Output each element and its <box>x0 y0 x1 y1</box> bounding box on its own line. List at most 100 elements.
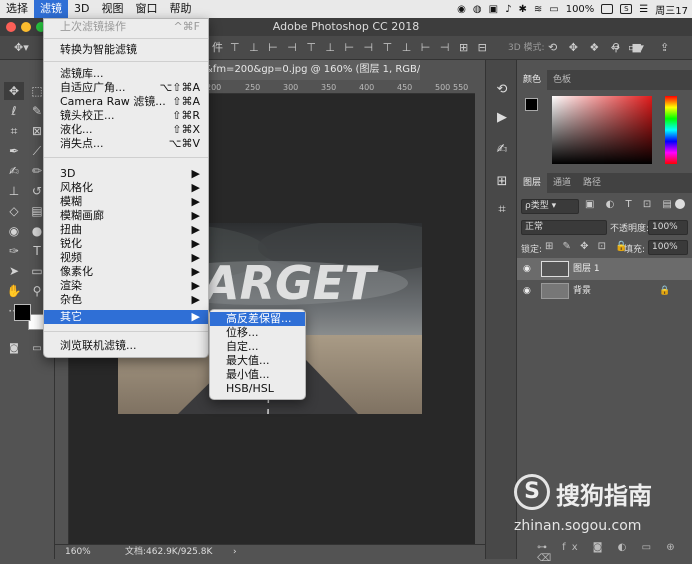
list-icon[interactable]: ☰ <box>639 4 648 15</box>
hand-tool-icon[interactable]: ✋ <box>4 282 24 300</box>
color-picker-field[interactable] <box>552 96 652 164</box>
submenu-item-offset[interactable]: 位移... <box>210 326 305 340</box>
submenu-item-hsb-hsl[interactable]: HSB/HSL <box>210 382 305 396</box>
panel-foreground-swatch[interactable] <box>525 98 538 111</box>
layer-filter-icons[interactable]: ▣ ◐ T ⊡ ▤ <box>585 199 676 210</box>
submenu-item-high-pass[interactable]: 高反差保留... <box>210 312 305 326</box>
close-window-button[interactable] <box>6 22 16 32</box>
menu-item-pixelate[interactable]: 像素化 ▶ <box>44 265 208 279</box>
layer-bottom-icons[interactable]: ⊶ fx ◙ ◐ ▭ ⊕ ⌫ <box>537 542 692 564</box>
lasso-tool-icon[interactable]: ℓ <box>4 102 24 120</box>
menu-window[interactable]: 窗口 <box>129 0 163 18</box>
submenu-item-maximum[interactable]: 最大值... <box>210 354 305 368</box>
eyedropper-tool-icon[interactable]: ✒ <box>4 142 24 160</box>
path-selection-tool-icon[interactable]: ➤ <box>4 262 24 280</box>
menu-item-lens-correction[interactable]: 镜头校正... ⇧⌘R <box>44 109 208 123</box>
qq-icon[interactable]: ◉ <box>457 4 466 15</box>
wifi-icon[interactable]: ≋ <box>534 4 542 15</box>
menu-item-video[interactable]: 视频 ▶ <box>44 251 208 265</box>
tab-layers[interactable]: 图层 <box>517 173 548 193</box>
layer-filter-select[interactable]: ρ类型 ▾ <box>521 199 579 214</box>
fill-input[interactable]: 100% <box>648 240 688 255</box>
battery-icon[interactable] <box>601 4 614 14</box>
ruler-tick-label: 550 <box>453 83 469 92</box>
menu-filter[interactable]: 滤镜 <box>34 0 68 18</box>
menu-item-last-filter[interactable]: 上次滤镜操作 ^⌘F <box>44 20 208 34</box>
filter-toggle-icon[interactable] <box>675 199 685 209</box>
chat-icon[interactable]: ▣ <box>489 4 498 15</box>
menu-item-convert-smart-filter[interactable]: 转换为智能滤镜 <box>44 43 208 57</box>
lock-icons[interactable]: ⊞ ✎ ✥ ⊡ 🔒 <box>545 241 631 252</box>
tab-swatches[interactable]: 色板 <box>547 70 577 90</box>
menu-item-blur[interactable]: 模糊 ▶ <box>44 195 208 209</box>
layer-row[interactable]: ◉ 背景 🔒 <box>517 280 692 302</box>
move-tool-icon[interactable]: ✥ <box>4 82 24 100</box>
ruler-tick-label: 250 <box>245 83 261 92</box>
sogou-input-icon[interactable]: S <box>620 4 633 14</box>
sound-icon[interactable]: ♪ <box>505 4 511 15</box>
crop-tool-icon[interactable]: ⌗ <box>4 122 24 140</box>
options-partial-label: 件 <box>212 41 223 54</box>
layer-name[interactable]: 背景 <box>573 280 591 302</box>
menu-3d[interactable]: 3D <box>68 0 95 18</box>
ruler-tick-label: 450 <box>397 83 413 92</box>
search-icon[interactable]: ⚲ <box>612 40 620 56</box>
menu-item-stylize[interactable]: 风格化 ▶ <box>44 181 208 195</box>
share-icon[interactable]: ⇪ <box>660 40 669 56</box>
quick-mask-icon[interactable]: ◙ <box>4 340 24 358</box>
menu-item-other[interactable]: 其它 ▶ <box>44 310 208 324</box>
menu-item-liquify[interactable]: 液化... ⇧⌘X <box>44 123 208 137</box>
menu-item-render[interactable]: 渲染 ▶ <box>44 279 208 293</box>
foreground-color-swatch[interactable] <box>14 304 31 321</box>
menu-item-blur-gallery[interactable]: 模糊画廊 ▶ <box>44 209 208 223</box>
eraser-tool-icon[interactable]: ◇ <box>4 202 24 220</box>
opacity-input[interactable]: 100% <box>648 220 688 235</box>
other-submenu: 高反差保留... 位移... 自定... 最大值... 最小值... HSB/H… <box>209 309 306 400</box>
layer-name[interactable]: 图层 1 <box>573 258 600 280</box>
menu-item-3d[interactable]: 3D ▶ <box>44 167 208 181</box>
menu-item-distort[interactable]: 扭曲 ▶ <box>44 223 208 237</box>
tab-channels[interactable]: 通道 <box>547 173 577 193</box>
wechat-icon[interactable]: ◍ <box>473 4 482 15</box>
tab-paths[interactable]: 路径 <box>577 173 607 193</box>
menu-item-vanishing-point[interactable]: 消失点... ⌥⌘V <box>44 137 208 151</box>
menu-view[interactable]: 视图 <box>95 0 129 18</box>
submenu-item-minimum[interactable]: 最小值... <box>210 368 305 382</box>
properties-panel-icon[interactable]: ⊞ <box>492 172 512 192</box>
actions-play-icon[interactable]: ▶ <box>492 108 512 128</box>
layer-row[interactable]: ◉ 图层 1 <box>517 258 692 280</box>
brush-settings-icon[interactable]: ✍ <box>492 140 512 160</box>
move-tool-options-icon[interactable]: ✥▾ <box>14 40 29 56</box>
workspace-icon[interactable]: ▭▾ <box>628 40 644 56</box>
bluetooth-icon[interactable]: ✱ <box>518 4 526 15</box>
blur-tool-icon[interactable]: ◉ <box>4 222 24 240</box>
menu-item-adaptive-wide-angle[interactable]: 自适应广角... ⌥⇧⌘A <box>44 81 208 95</box>
status-arrow-icon[interactable]: › <box>233 545 237 559</box>
visibility-eye-icon[interactable]: ◉ <box>523 258 531 280</box>
menu-item-browse-online-filters[interactable]: 浏览联机滤镜... <box>44 339 208 353</box>
menu-item-sharpen[interactable]: 锐化 ▶ <box>44 237 208 251</box>
zoom-level[interactable]: 160% <box>65 545 91 559</box>
submenu-item-custom[interactable]: 自定... <box>210 340 305 354</box>
menu-item-camera-raw[interactable]: Camera Raw 滤镜... ⇧⌘A <box>44 95 208 109</box>
stamp-tool-icon[interactable]: ⊥ <box>4 182 24 200</box>
fill-label: 填充: <box>624 245 646 255</box>
lock-icon: 🔒 <box>659 286 671 296</box>
pen-tool-icon[interactable]: ✑ <box>4 242 24 260</box>
crop-panel-icon[interactable]: ⌗ <box>492 200 512 220</box>
brush-tool-icon[interactable]: ✍ <box>4 162 24 180</box>
ruler-tick-label: 300 <box>283 83 299 92</box>
menu-select[interactable]: 选择 <box>0 0 34 18</box>
tab-color[interactable]: 颜色 <box>517 70 548 90</box>
blend-mode-select[interactable]: 正常 <box>521 220 607 235</box>
visibility-eye-icon[interactable]: ◉ <box>523 280 531 302</box>
align-icons[interactable]: ⊤ ⊥ ⊢ ⊣ ⊤ ⊥ ⊢ ⊣ ⊤ ⊥ ⊢ ⊣ ⊞ ⊟ <box>230 40 490 56</box>
document-tab-title: &fm=200&gp=0.jpg @ 160% (图层 1, RGB/8#) * <box>205 64 420 75</box>
minimize-window-button[interactable] <box>21 22 31 32</box>
menu-item-filter-gallery[interactable]: 滤镜库... <box>44 67 208 81</box>
menu-help[interactable]: 帮助 <box>163 0 197 18</box>
hue-slider[interactable] <box>665 96 677 164</box>
menu-item-noise[interactable]: 杂色 ▶ <box>44 293 208 307</box>
history-panel-icon[interactable]: ⟲ <box>492 80 512 100</box>
airplay-icon[interactable]: ▭ <box>549 4 558 15</box>
